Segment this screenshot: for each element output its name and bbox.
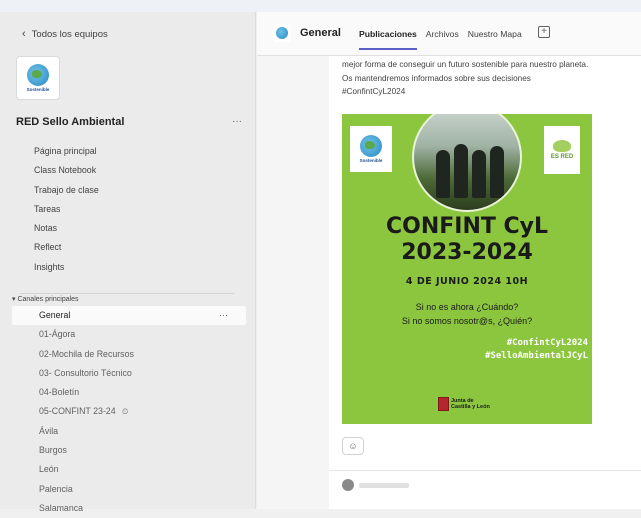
team-logo-text: Sostenible bbox=[26, 87, 50, 92]
channels-section-header[interactable]: ▾ Canales principales bbox=[12, 295, 79, 303]
clock-icon: ⏲ bbox=[122, 407, 129, 417]
avatar[interactable] bbox=[342, 479, 354, 491]
nav-item-assignments[interactable]: Tareas bbox=[34, 200, 99, 219]
channel-main: General Publicaciones Archivos Nuestro M… bbox=[257, 12, 641, 509]
globe-icon bbox=[276, 27, 288, 39]
nav-item-insights[interactable]: Insights bbox=[34, 258, 99, 277]
team-nav: Página principal Class Notebook Trabajo … bbox=[34, 142, 99, 277]
channel-item-burgos[interactable]: Burgos bbox=[12, 441, 246, 460]
channel-label: Burgos bbox=[39, 445, 67, 456]
tab-posts[interactable]: Publicaciones bbox=[359, 29, 417, 50]
chevron-left-icon: ‹ bbox=[22, 28, 26, 40]
nav-item-home[interactable]: Página principal bbox=[34, 142, 99, 161]
post-hashtag[interactable]: #ConfintCyL2024 bbox=[342, 85, 638, 99]
tab-map[interactable]: Nuestro Mapa bbox=[468, 29, 522, 50]
post-image-poster[interactable]: Sostenible ES RED CONFINT CyL 2023-2024 … bbox=[342, 114, 592, 424]
next-post-preview bbox=[329, 470, 641, 509]
channel-item-palencia[interactable]: Palencia bbox=[12, 480, 246, 499]
channel-item-mochila[interactable]: 02-Mochila de Recursos bbox=[12, 345, 246, 364]
poster-title-line: 2023-2024 bbox=[401, 240, 533, 265]
add-tab-icon[interactable]: + bbox=[538, 26, 550, 38]
team-more-options-icon[interactable]: ··· bbox=[232, 116, 242, 127]
poster-hashtag: #SelloAmbientalJCyL bbox=[485, 351, 588, 361]
poster-hashtags: #ConfintCyL2024 #SelloAmbientalJCyL bbox=[485, 337, 588, 363]
globe-icon bbox=[360, 135, 382, 157]
nav-item-reflect[interactable]: Reflect bbox=[34, 238, 99, 257]
channel-label: 05-CONFINT 23-24 bbox=[39, 406, 116, 417]
channel-label: 02-Mochila de Recursos bbox=[39, 348, 134, 359]
team-name: RED Sello Ambiental bbox=[16, 116, 125, 128]
person-silhouette bbox=[436, 150, 450, 198]
channel-label: Salamanca bbox=[39, 502, 84, 513]
poster-date: 4 DE JUNIO 2024 10H bbox=[405, 276, 529, 287]
channel-item-confint[interactable]: 05-CONFINT 23-24 ⏲ bbox=[12, 402, 246, 421]
team-logo: Sostenible bbox=[16, 56, 60, 100]
nav-item-class-notebook[interactable]: Class Notebook bbox=[34, 161, 99, 180]
channel-label: General bbox=[39, 310, 71, 320]
channel-label: Ávila bbox=[39, 425, 59, 436]
channel-item-leon[interactable]: León bbox=[12, 460, 246, 479]
poster-hashtag: #ConfintCyL2024 bbox=[506, 338, 588, 348]
channel-tabs: Publicaciones Archivos Nuestro Mapa bbox=[359, 29, 522, 50]
nav-item-grades[interactable]: Notas bbox=[34, 219, 99, 238]
post-text-line: Os mantendremos informados sobre sus dec… bbox=[342, 73, 531, 83]
junta-text: Castilla y León bbox=[451, 404, 490, 410]
channel-item-boletin[interactable]: 04-Boletín bbox=[12, 383, 246, 402]
back-label: Todos los equipos bbox=[31, 28, 108, 40]
channel-title: General bbox=[300, 27, 341, 39]
poster-logo-red-text: ES RED bbox=[550, 154, 574, 160]
team-sidebar: ‹ Todos los equipos Sostenible RED Sello… bbox=[0, 12, 256, 513]
person-silhouette bbox=[472, 150, 486, 198]
more-options-icon[interactable]: ··· bbox=[219, 306, 228, 325]
person-silhouette bbox=[490, 146, 504, 198]
back-to-teams-link[interactable]: ‹ Todos los equipos bbox=[22, 28, 108, 40]
top-strip bbox=[0, 0, 641, 12]
channel-team-icon bbox=[273, 24, 291, 42]
poster-questions: Si no es ahora ¿Cuándo? Si no somos noso… bbox=[342, 300, 592, 328]
poster-logo-text: Sostenible bbox=[359, 158, 383, 163]
channel-item-avila[interactable]: Ávila bbox=[12, 422, 246, 441]
person-silhouette bbox=[454, 144, 468, 198]
channel-list: General ··· 01-Ágora 02-Mochila de Recur… bbox=[12, 306, 246, 518]
leaf-icon bbox=[553, 140, 571, 152]
author-placeholder bbox=[359, 483, 409, 488]
poster-title-line: CONFINT CyL bbox=[385, 214, 549, 239]
channel-item-salamanca[interactable]: Salamanca bbox=[12, 499, 246, 518]
junta-logo: Junta de Castilla y León bbox=[438, 397, 490, 411]
add-reaction-icon[interactable]: ☺ bbox=[342, 437, 364, 455]
channel-label: 04-Boletín bbox=[39, 387, 80, 398]
poster-title: CONFINT CyL 2023-2024 bbox=[342, 214, 592, 266]
globe-icon bbox=[27, 64, 49, 86]
channel-header: General Publicaciones Archivos Nuestro M… bbox=[257, 12, 641, 56]
poster-logo-red: ES RED bbox=[544, 126, 580, 174]
post-card: mejor forma de conseguir un futuro soste… bbox=[329, 56, 641, 484]
channel-label: Palencia bbox=[39, 483, 73, 494]
channel-label: 01-Ágora bbox=[39, 329, 76, 340]
post-text: mejor forma de conseguir un futuro soste… bbox=[342, 58, 638, 99]
post-text-line: mejor forma de conseguir un futuro soste… bbox=[342, 60, 589, 69]
tab-files[interactable]: Archivos bbox=[426, 29, 459, 50]
nav-item-classwork[interactable]: Trabajo de clase bbox=[34, 181, 99, 200]
poster-question: Si no somos nosotr@s, ¿Quién? bbox=[401, 316, 533, 326]
channel-item-agora[interactable]: 01-Ágora bbox=[12, 325, 246, 344]
channel-label: 03- Consultorio Técnico bbox=[39, 367, 132, 378]
channel-item-general[interactable]: General ··· bbox=[12, 306, 246, 326]
channel-label: León bbox=[39, 464, 59, 475]
coat-of-arms-icon bbox=[438, 397, 449, 411]
channel-item-consultorio[interactable]: 03- Consultorio Técnico bbox=[12, 364, 246, 383]
poster-logo-sostenible: Sostenible bbox=[350, 126, 392, 172]
poster-question: Si no es ahora ¿Cuándo? bbox=[415, 302, 519, 312]
poster-photo bbox=[412, 114, 522, 212]
sidebar-divider bbox=[20, 293, 234, 294]
